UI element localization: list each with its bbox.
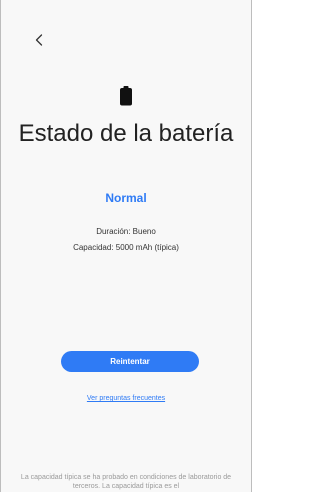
footnote-text: La capacidad típica se ha probado en con… <box>20 474 232 490</box>
duration-text: Duración: Bueno <box>96 227 156 236</box>
battery-status-screen: Estado de la batería Normal Duración: Bu… <box>0 0 252 492</box>
chevron-left-icon <box>35 34 43 46</box>
battery-status: Normal <box>105 191 147 205</box>
capacity-text: Capacidad: 5000 mAh (típica) <box>73 243 179 252</box>
page-title: Estado de la batería <box>18 120 234 147</box>
back-button[interactable] <box>29 30 49 50</box>
retry-button[interactable]: Reintentar <box>61 351 199 372</box>
faq-link[interactable]: Ver preguntas frecuentes <box>1 395 251 402</box>
battery-icon <box>120 86 132 106</box>
